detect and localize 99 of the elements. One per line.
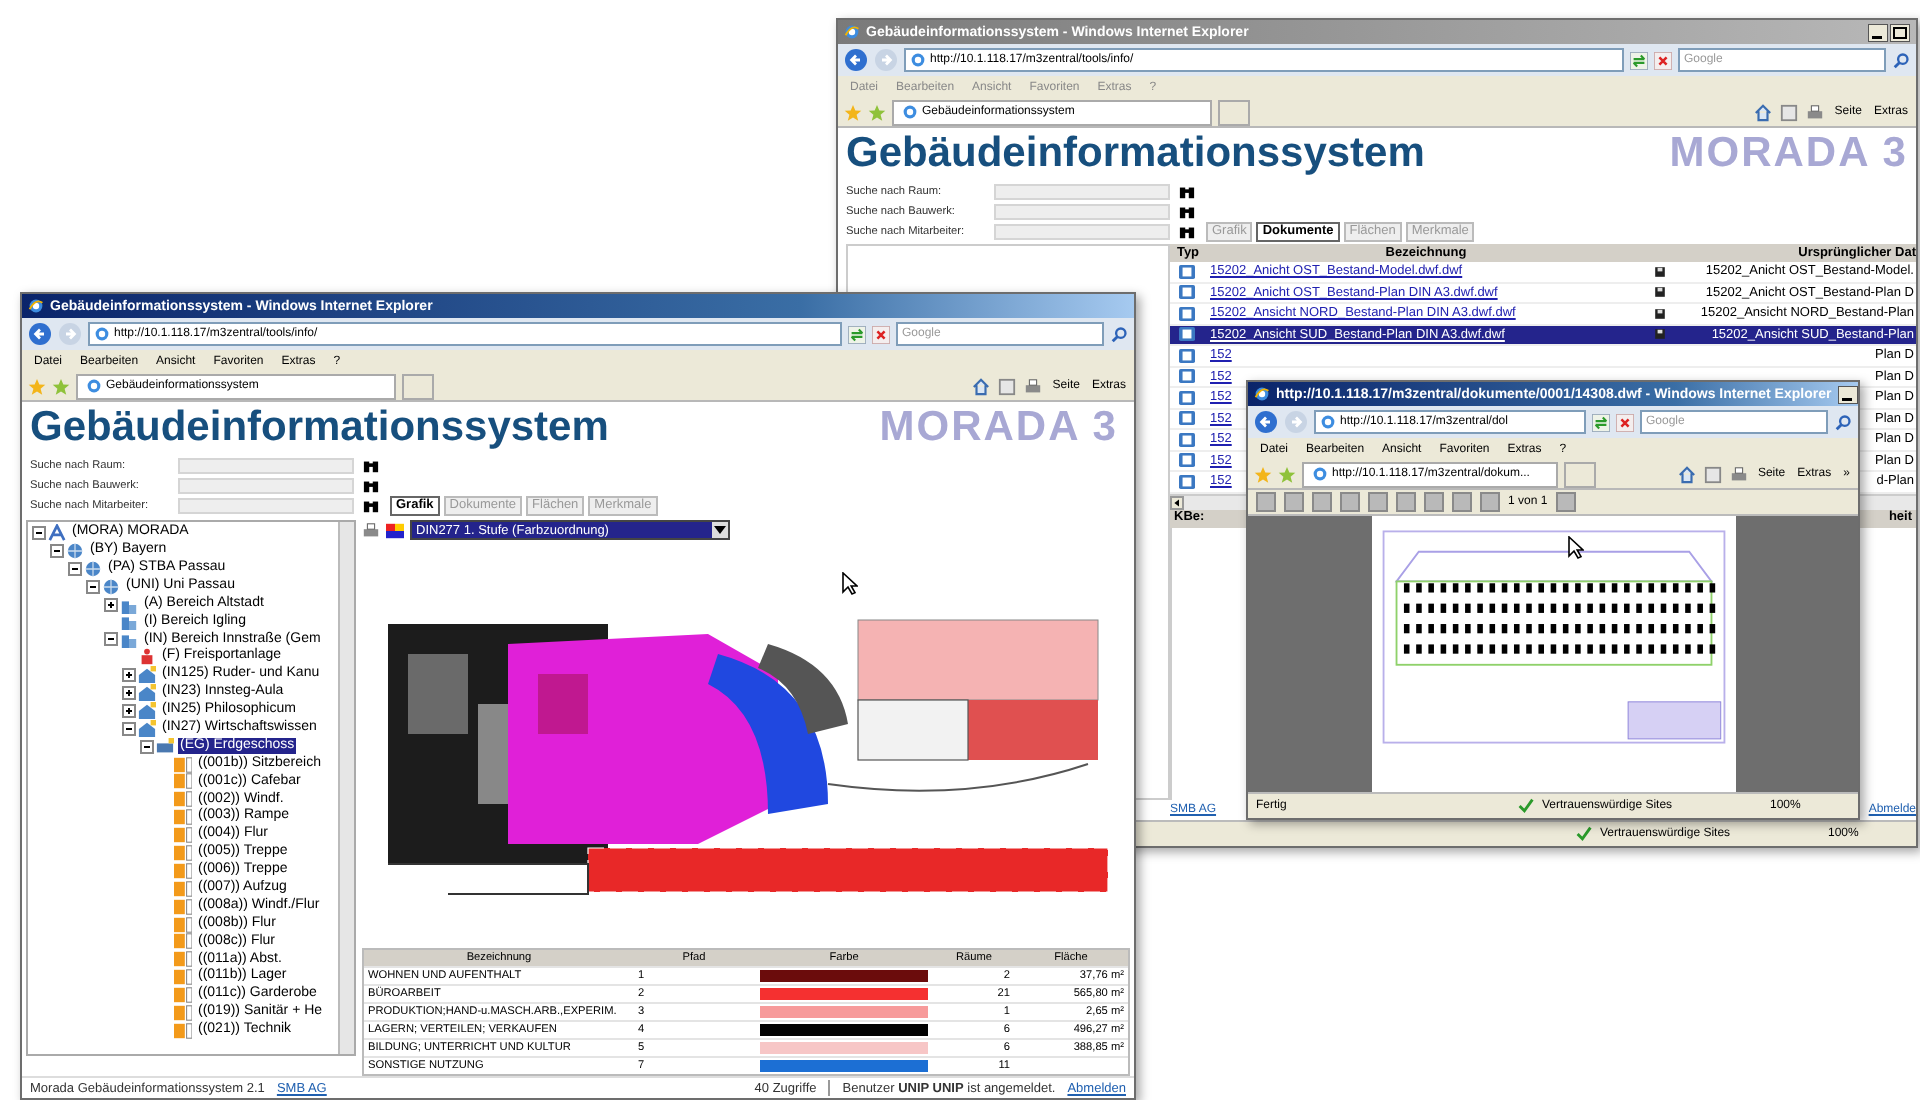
sports-site-icon (138, 648, 156, 667)
search-field[interactable] (994, 184, 1170, 200)
buildings-icon (120, 630, 138, 649)
building-icon (138, 666, 156, 685)
browser-icon (844, 24, 860, 40)
expand-toggle[interactable] (122, 668, 136, 683)
favorites-star-icon[interactable] (28, 377, 46, 395)
room-icon (174, 950, 192, 969)
network-icon (48, 523, 66, 542)
building-icon (138, 701, 156, 720)
viewer-tool-icon[interactable] (1555, 492, 1576, 512)
search-icon[interactable] (1892, 51, 1910, 69)
room-icon (174, 1004, 192, 1022)
room-icon (174, 986, 192, 1005)
globe-icon (102, 577, 120, 596)
page-icon (86, 378, 102, 394)
expand-toggle[interactable] (122, 685, 136, 700)
expand-toggle[interactable] (32, 525, 46, 540)
print-icon[interactable] (362, 521, 380, 539)
search-icon[interactable] (1110, 325, 1128, 343)
minimize-button[interactable] (1837, 385, 1858, 403)
checkmark-icon (1576, 826, 1592, 842)
page-icon (910, 52, 926, 68)
print-icon[interactable] (1024, 377, 1043, 395)
scroll-left-button[interactable] (1170, 495, 1184, 509)
expand-toggle[interactable] (122, 703, 136, 718)
binoculars-icon[interactable] (1178, 184, 1196, 200)
stop-button[interactable] (1654, 51, 1672, 69)
refresh-button[interactable] (1592, 413, 1610, 431)
floor-icon (156, 737, 174, 756)
back-button[interactable] (844, 48, 868, 72)
expand-toggle[interactable] (140, 739, 154, 754)
expand-toggle[interactable] (86, 579, 100, 594)
page-icon (1320, 414, 1336, 430)
expand-toggle[interactable] (68, 561, 82, 576)
logo-text: MORADA 3 (879, 404, 1118, 452)
globe-icon (84, 559, 102, 578)
room-icon (174, 879, 192, 898)
room-icon (174, 968, 192, 987)
caret-icon (712, 522, 728, 538)
print-icon[interactable] (1729, 465, 1748, 483)
home-icon[interactable] (1677, 465, 1696, 483)
binoculars-icon[interactable] (362, 498, 380, 514)
room-icon (174, 826, 192, 845)
back-button[interactable] (1254, 410, 1278, 434)
room-icon (174, 932, 192, 951)
globe-icon (66, 541, 84, 560)
buildings-icon (120, 612, 138, 631)
binoculars-icon[interactable] (1178, 204, 1196, 220)
room-icon (174, 772, 192, 791)
search-field[interactable] (994, 224, 1170, 240)
page-icon (902, 104, 918, 120)
stop-button[interactable] (872, 325, 890, 343)
search-field[interactable] (994, 204, 1170, 220)
binoculars-icon[interactable] (362, 458, 380, 474)
expand-toggle[interactable] (50, 543, 64, 558)
search-field[interactable] (178, 498, 354, 514)
page-heading: Gebäudeinformationssystem (846, 130, 1425, 178)
search-field[interactable] (178, 458, 354, 474)
refresh-button[interactable] (848, 325, 866, 343)
room-icon (174, 1021, 192, 1040)
print-icon[interactable] (1806, 103, 1825, 121)
expand-toggle[interactable] (104, 597, 118, 611)
favorites-star-icon[interactable] (1254, 465, 1272, 483)
browser-icon (1254, 386, 1270, 402)
binoculars-icon[interactable] (362, 478, 380, 494)
minimize-button[interactable] (1868, 23, 1888, 41)
room-icon (174, 915, 192, 934)
refresh-button[interactable] (1630, 51, 1648, 69)
back-button[interactable] (28, 322, 52, 346)
expand-toggle[interactable] (122, 721, 136, 736)
browser-icon (28, 298, 44, 314)
favorites-star-icon[interactable] (844, 103, 862, 121)
home-icon[interactable] (1754, 103, 1773, 121)
buildings-icon (120, 595, 138, 614)
expand-toggle[interactable] (104, 632, 118, 647)
scrollbar[interactable] (338, 522, 354, 1054)
color-legend-icon (386, 521, 404, 539)
page-icon (94, 326, 110, 342)
search-field[interactable] (178, 478, 354, 494)
mouse-cursor-icon (842, 572, 858, 596)
checkmark-icon (1518, 798, 1534, 814)
building-icon (138, 719, 156, 738)
room-icon (174, 861, 192, 880)
room-icon (174, 897, 192, 916)
room-icon (174, 790, 192, 809)
logo-text: MORADA 3 (1669, 130, 1908, 178)
search-icon[interactable] (1834, 413, 1852, 431)
room-icon (174, 808, 192, 827)
room-icon (174, 843, 192, 862)
page-heading: Gebäudeinformationssystem (30, 404, 609, 452)
mouse-cursor-icon (1567, 536, 1583, 560)
binoculars-icon[interactable] (1178, 224, 1196, 240)
stop-button[interactable] (1616, 413, 1634, 431)
home-icon[interactable] (972, 377, 991, 395)
page-icon (1312, 466, 1328, 482)
maximize-button[interactable] (1890, 23, 1910, 41)
room-icon (174, 755, 192, 774)
building-icon (138, 683, 156, 702)
